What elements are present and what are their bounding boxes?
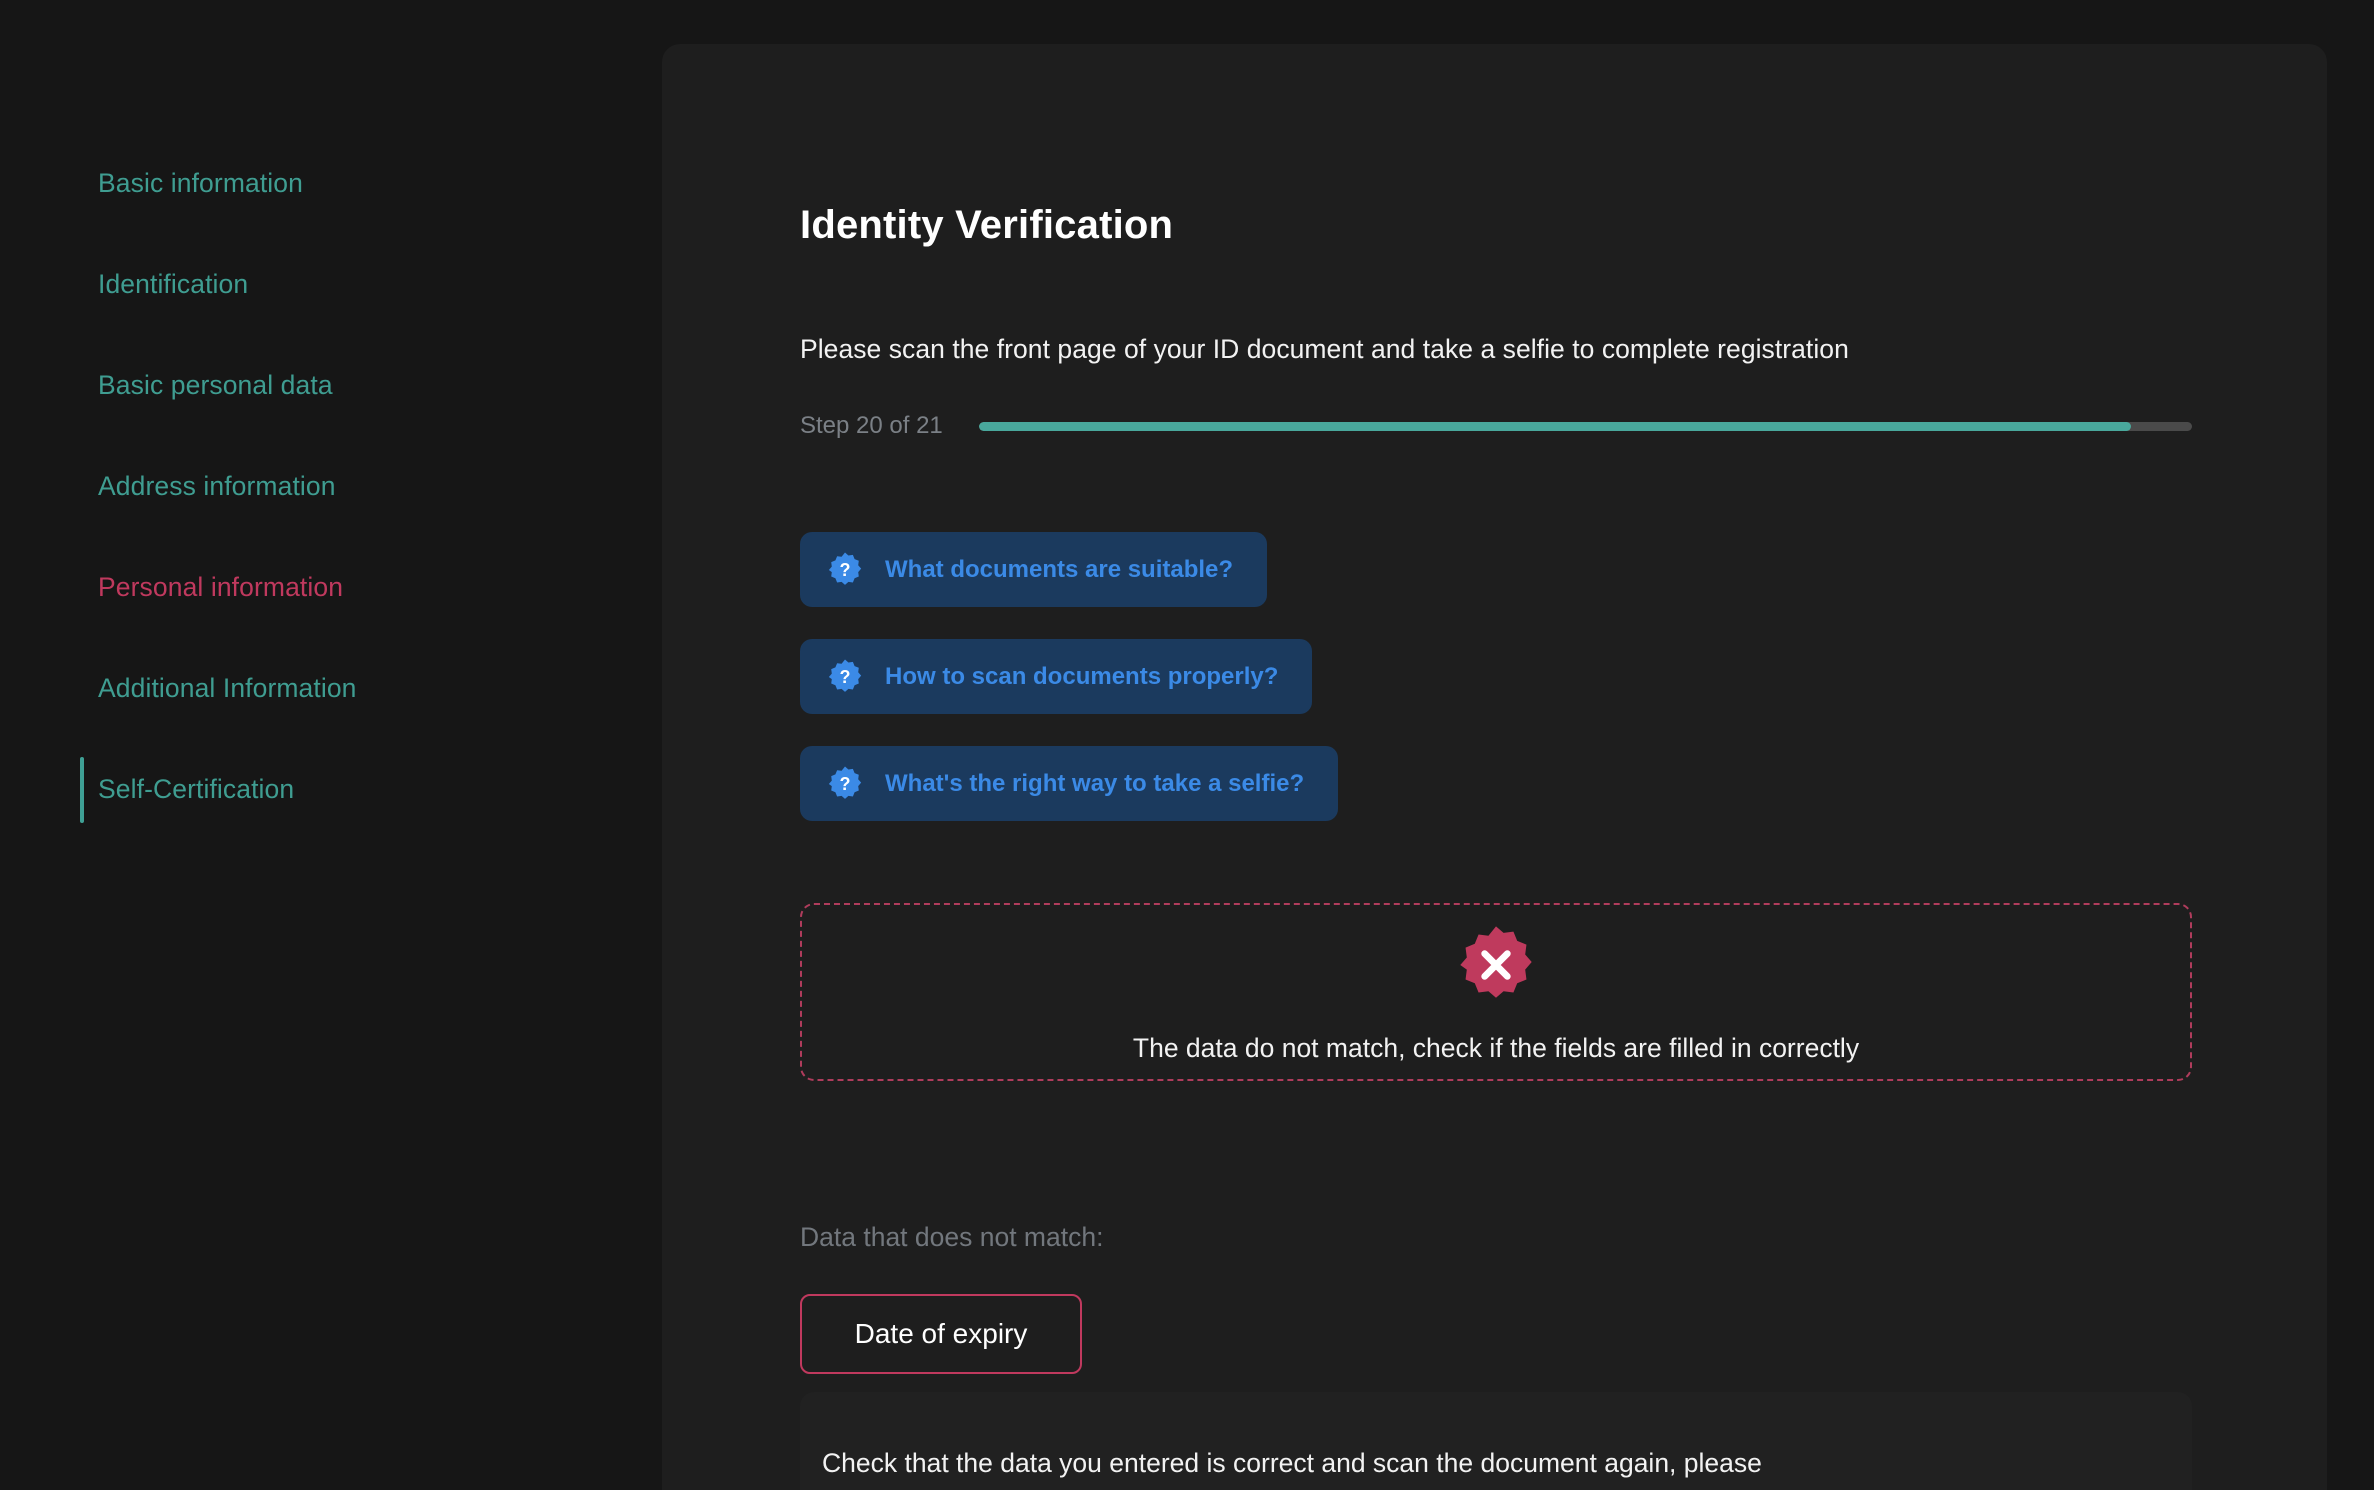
help-button-label: How to scan documents properly? — [885, 662, 1279, 690]
page-title: Identity Verification — [800, 202, 1174, 247]
sidebar-item-label: Self-Certification — [98, 774, 295, 805]
sidebar-item-address-information[interactable]: Address information — [0, 436, 662, 537]
sidebar-item-self-certification[interactable]: Self-Certification — [0, 739, 662, 840]
question-badge-icon: ? — [828, 552, 862, 585]
help-button-whats-the-right-way-to-take-a-selfie[interactable]: ? What's the right way to take a selfie? — [800, 746, 1339, 821]
sidebar-item-label: Address information — [98, 471, 336, 502]
progress-bar — [978, 421, 2192, 431]
progress-bar-fill — [978, 421, 2132, 431]
help-button-list: ? What documents are suitable? ? How to … — [800, 532, 1339, 853]
svg-text:?: ? — [839, 560, 850, 580]
main-panel: Identity Verification Please scan the fr… — [662, 44, 2327, 1490]
sidebar-item-basic-information[interactable]: Basic information — [0, 133, 662, 234]
svg-text:?: ? — [839, 774, 850, 794]
sidebar-nav: Basic information Identification Basic p… — [0, 133, 662, 840]
error-badge-x-icon — [1460, 926, 1532, 998]
sidebar-item-label: Basic information — [98, 168, 303, 199]
help-button-how-to-scan-documents-properly[interactable]: ? How to scan documents properly? — [800, 639, 1313, 714]
help-row: ? How to scan documents properly? — [800, 639, 1338, 746]
help-button-what-documents-are-suitable[interactable]: ? What documents are suitable? — [800, 532, 1268, 607]
sidebar-item-basic-personal-data[interactable]: Basic personal data — [0, 335, 662, 436]
active-item-indicator — [80, 756, 84, 823]
sidebar-item-label: Additional Information — [98, 673, 357, 704]
sidebar-item-additional-information[interactable]: Additional Information — [0, 638, 662, 739]
sidebar-item-label: Identification — [98, 269, 249, 300]
verification-error-panel: The data do not match, check if the fiel… — [800, 903, 2192, 1081]
hint-text: Check that the data you entered is corre… — [822, 1447, 1762, 1478]
sidebar: Basic information Identification Basic p… — [0, 0, 662, 1490]
sidebar-item-label: Basic personal data — [98, 370, 333, 401]
help-row: ? What documents are suitable? — [800, 532, 1338, 639]
question-badge-icon: ? — [828, 659, 862, 692]
page-subtitle: Please scan the front page of your ID do… — [800, 333, 1849, 364]
step-label: Step 20 of 21 — [800, 412, 943, 439]
hint-box: Check that the data you entered is corre… — [800, 1392, 2192, 1490]
svg-text:?: ? — [839, 667, 850, 687]
help-button-label: What's the right way to take a selfie? — [885, 769, 1305, 797]
help-row: ? What's the right way to take a selfie? — [800, 746, 1339, 853]
help-button-label: What documents are suitable? — [885, 555, 1234, 583]
sidebar-item-label: Personal information — [98, 572, 344, 603]
mismatch-chip-date-of-expiry[interactable]: Date of expiry — [800, 1294, 1082, 1374]
progress-row: Step 20 of 21 — [800, 414, 2192, 438]
mismatch-section-label: Data that does not match: — [800, 1222, 1104, 1252]
verification-error-message: The data do not match, check if the fiel… — [1132, 1032, 1860, 1063]
identity-verification-page: Basic information Identification Basic p… — [0, 0, 2374, 1490]
sidebar-item-personal-information[interactable]: Personal information — [0, 537, 662, 638]
mismatch-chip-label: Date of expiry — [854, 1318, 1028, 1349]
question-badge-icon: ? — [828, 766, 862, 799]
sidebar-item-identification[interactable]: Identification — [0, 234, 662, 335]
